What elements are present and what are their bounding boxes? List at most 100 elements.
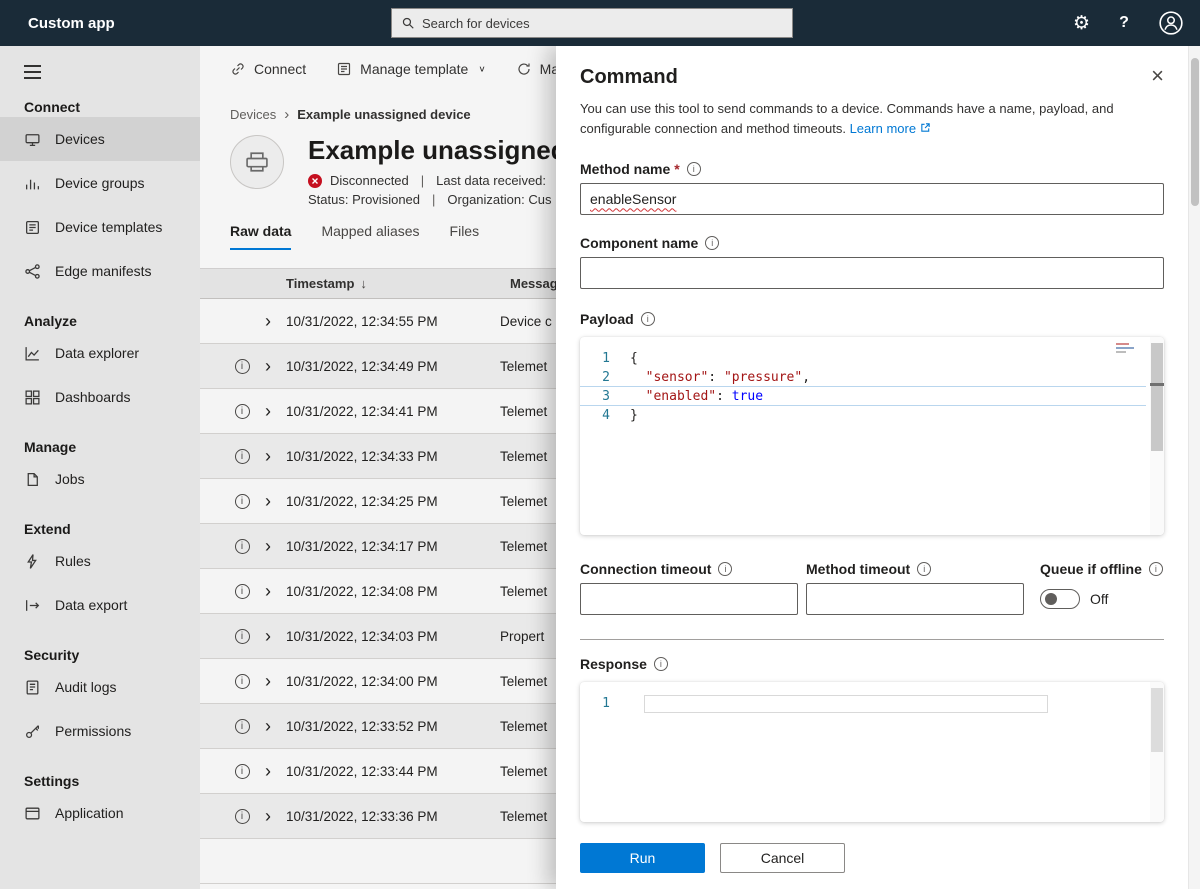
queue-offline-toggle[interactable]	[1040, 589, 1080, 609]
info-icon[interactable]: i	[235, 584, 250, 599]
chevron-right-icon[interactable]: ›	[260, 626, 276, 647]
info-icon[interactable]: i	[917, 562, 931, 576]
row-timestamp: 10/31/2022, 12:34:03 PM	[286, 629, 500, 644]
breadcrumb-separator-icon: ›	[284, 106, 289, 123]
chevron-right-icon[interactable]: ›	[260, 761, 276, 782]
sidebar-item-device-groups[interactable]: Device groups	[0, 161, 200, 205]
connect-label: Connect	[254, 61, 306, 77]
device-avatar-icon	[230, 135, 284, 189]
method-name-input[interactable]: enableSensor	[580, 183, 1164, 215]
row-message: Telemet	[500, 404, 547, 419]
payload-code-line[interactable]: 2 "sensor": "pressure",	[580, 368, 1146, 387]
chevron-right-icon[interactable]: ›	[260, 446, 276, 467]
chevron-right-icon[interactable]: ›	[260, 311, 276, 332]
component-name-input[interactable]	[580, 257, 1164, 289]
sidebar-item-label: Devices	[55, 131, 105, 147]
sidebar-item-audit-logs[interactable]: Audit logs	[0, 665, 200, 709]
chevron-right-icon[interactable]: ›	[260, 716, 276, 737]
permissions-icon	[24, 723, 41, 740]
chevron-right-icon[interactable]: ›	[260, 536, 276, 557]
row-timestamp: 10/31/2022, 12:34:41 PM	[286, 404, 500, 419]
tab-raw-data[interactable]: Raw data	[230, 223, 291, 250]
close-icon[interactable]: ×	[1151, 66, 1164, 86]
sidebar-item-dashboards[interactable]: Dashboards	[0, 375, 200, 419]
settings-gear-icon[interactable]: ⚙	[1073, 12, 1090, 35]
info-icon[interactable]: i	[1149, 562, 1163, 576]
line-number: 2	[580, 368, 630, 387]
editor-scrollbar[interactable]	[1150, 682, 1164, 822]
row-message: Telemet	[500, 449, 547, 464]
row-timestamp: 10/31/2022, 12:33:36 PM	[286, 809, 500, 824]
info-icon[interactable]: i	[235, 404, 250, 419]
topbar-actions: ⚙ ?	[1073, 0, 1184, 46]
info-icon[interactable]: i	[654, 657, 668, 671]
row-message: Telemet	[500, 494, 547, 509]
sidebar-item-edge-manifests[interactable]: Edge manifests	[0, 249, 200, 293]
info-icon[interactable]: i	[235, 629, 250, 644]
hamburger-menu-icon[interactable]	[24, 65, 41, 79]
learn-more-link[interactable]: Learn more	[850, 121, 916, 136]
row-message: Telemet	[500, 809, 547, 824]
info-icon[interactable]: i	[235, 674, 250, 689]
chevron-right-icon[interactable]: ›	[260, 671, 276, 692]
scrollbar-thumb[interactable]	[1191, 58, 1199, 206]
method-timeout-input[interactable]	[806, 583, 1024, 615]
run-button[interactable]: Run	[580, 843, 705, 873]
info-icon[interactable]: i	[235, 809, 250, 824]
help-icon[interactable]: ?	[1116, 14, 1132, 32]
info-icon[interactable]: i	[235, 539, 250, 554]
timestamp-column-header[interactable]: Timestamp	[286, 276, 354, 291]
search-input[interactable]	[422, 16, 783, 31]
info-icon[interactable]: i	[641, 312, 655, 326]
page-scrollbar[interactable]	[1188, 46, 1200, 889]
info-icon[interactable]: i	[235, 449, 250, 464]
sidebar-item-devices[interactable]: Devices	[0, 117, 200, 161]
payload-code-line[interactable]: 4}	[580, 406, 1146, 425]
editor-scrollbar[interactable]	[1150, 337, 1164, 535]
editor-minimap	[1116, 343, 1142, 355]
sidebar-item-permissions[interactable]: Permissions	[0, 709, 200, 753]
sidebar-item-label: Data export	[55, 597, 127, 613]
info-icon[interactable]: i	[235, 764, 250, 779]
sidebar-item-application[interactable]: Application	[0, 791, 200, 835]
chevron-right-icon[interactable]: ›	[260, 356, 276, 377]
info-icon[interactable]: i	[235, 359, 250, 374]
info-icon[interactable]: i	[235, 494, 250, 509]
code-text: "sensor": "pressure",	[630, 368, 810, 387]
manage-template-label: Manage template	[360, 61, 468, 77]
tab-mapped-aliases[interactable]: Mapped aliases	[321, 223, 419, 250]
row-timestamp: 10/31/2022, 12:33:44 PM	[286, 764, 500, 779]
tab-files[interactable]: Files	[450, 223, 480, 250]
sidebar-item-jobs[interactable]: Jobs	[0, 457, 200, 501]
user-avatar-icon[interactable]	[1158, 10, 1184, 36]
row-timestamp: 10/31/2022, 12:34:33 PM	[286, 449, 500, 464]
info-icon[interactable]: i	[705, 236, 719, 250]
chevron-right-icon[interactable]: ›	[260, 491, 276, 512]
response-editor[interactable]: 1	[580, 682, 1164, 822]
sidebar-item-data-export[interactable]: Data export	[0, 583, 200, 627]
search-box[interactable]	[391, 8, 793, 38]
payload-code-line[interactable]: 1{	[580, 349, 1146, 368]
sidebar: ConnectDevicesDevice groupsDevice templa…	[0, 46, 200, 889]
connection-timeout-input[interactable]	[580, 583, 798, 615]
connect-button[interactable]: Connect	[230, 61, 306, 77]
sidebar-item-device-templates[interactable]: Device templates	[0, 205, 200, 249]
info-icon[interactable]: i	[718, 562, 732, 576]
payload-code-line[interactable]: 3 "enabled": true	[580, 387, 1146, 406]
cancel-button[interactable]: Cancel	[720, 843, 845, 873]
sidebar-item-rules[interactable]: Rules	[0, 539, 200, 583]
breadcrumb-devices-link[interactable]: Devices	[230, 107, 276, 122]
payload-editor[interactable]: 1{2 "sensor": "pressure",3 "enabled": tr…	[580, 337, 1164, 535]
info-icon[interactable]: i	[687, 162, 701, 176]
sidebar-item-data-explorer[interactable]: Data explorer	[0, 331, 200, 375]
response-empty-value	[644, 695, 1048, 713]
sidebar-item-label: Device groups	[55, 175, 145, 191]
manage-template-button[interactable]: Manage template ∨	[336, 61, 486, 77]
chevron-right-icon[interactable]: ›	[260, 806, 276, 827]
method-name-value: enableSensor	[590, 191, 676, 207]
info-icon[interactable]: i	[235, 719, 250, 734]
chevron-right-icon[interactable]: ›	[260, 581, 276, 602]
panel-footer: Run Cancel	[580, 843, 845, 873]
chevron-right-icon[interactable]: ›	[260, 401, 276, 422]
row-timestamp: 10/31/2022, 12:33:52 PM	[286, 719, 500, 734]
